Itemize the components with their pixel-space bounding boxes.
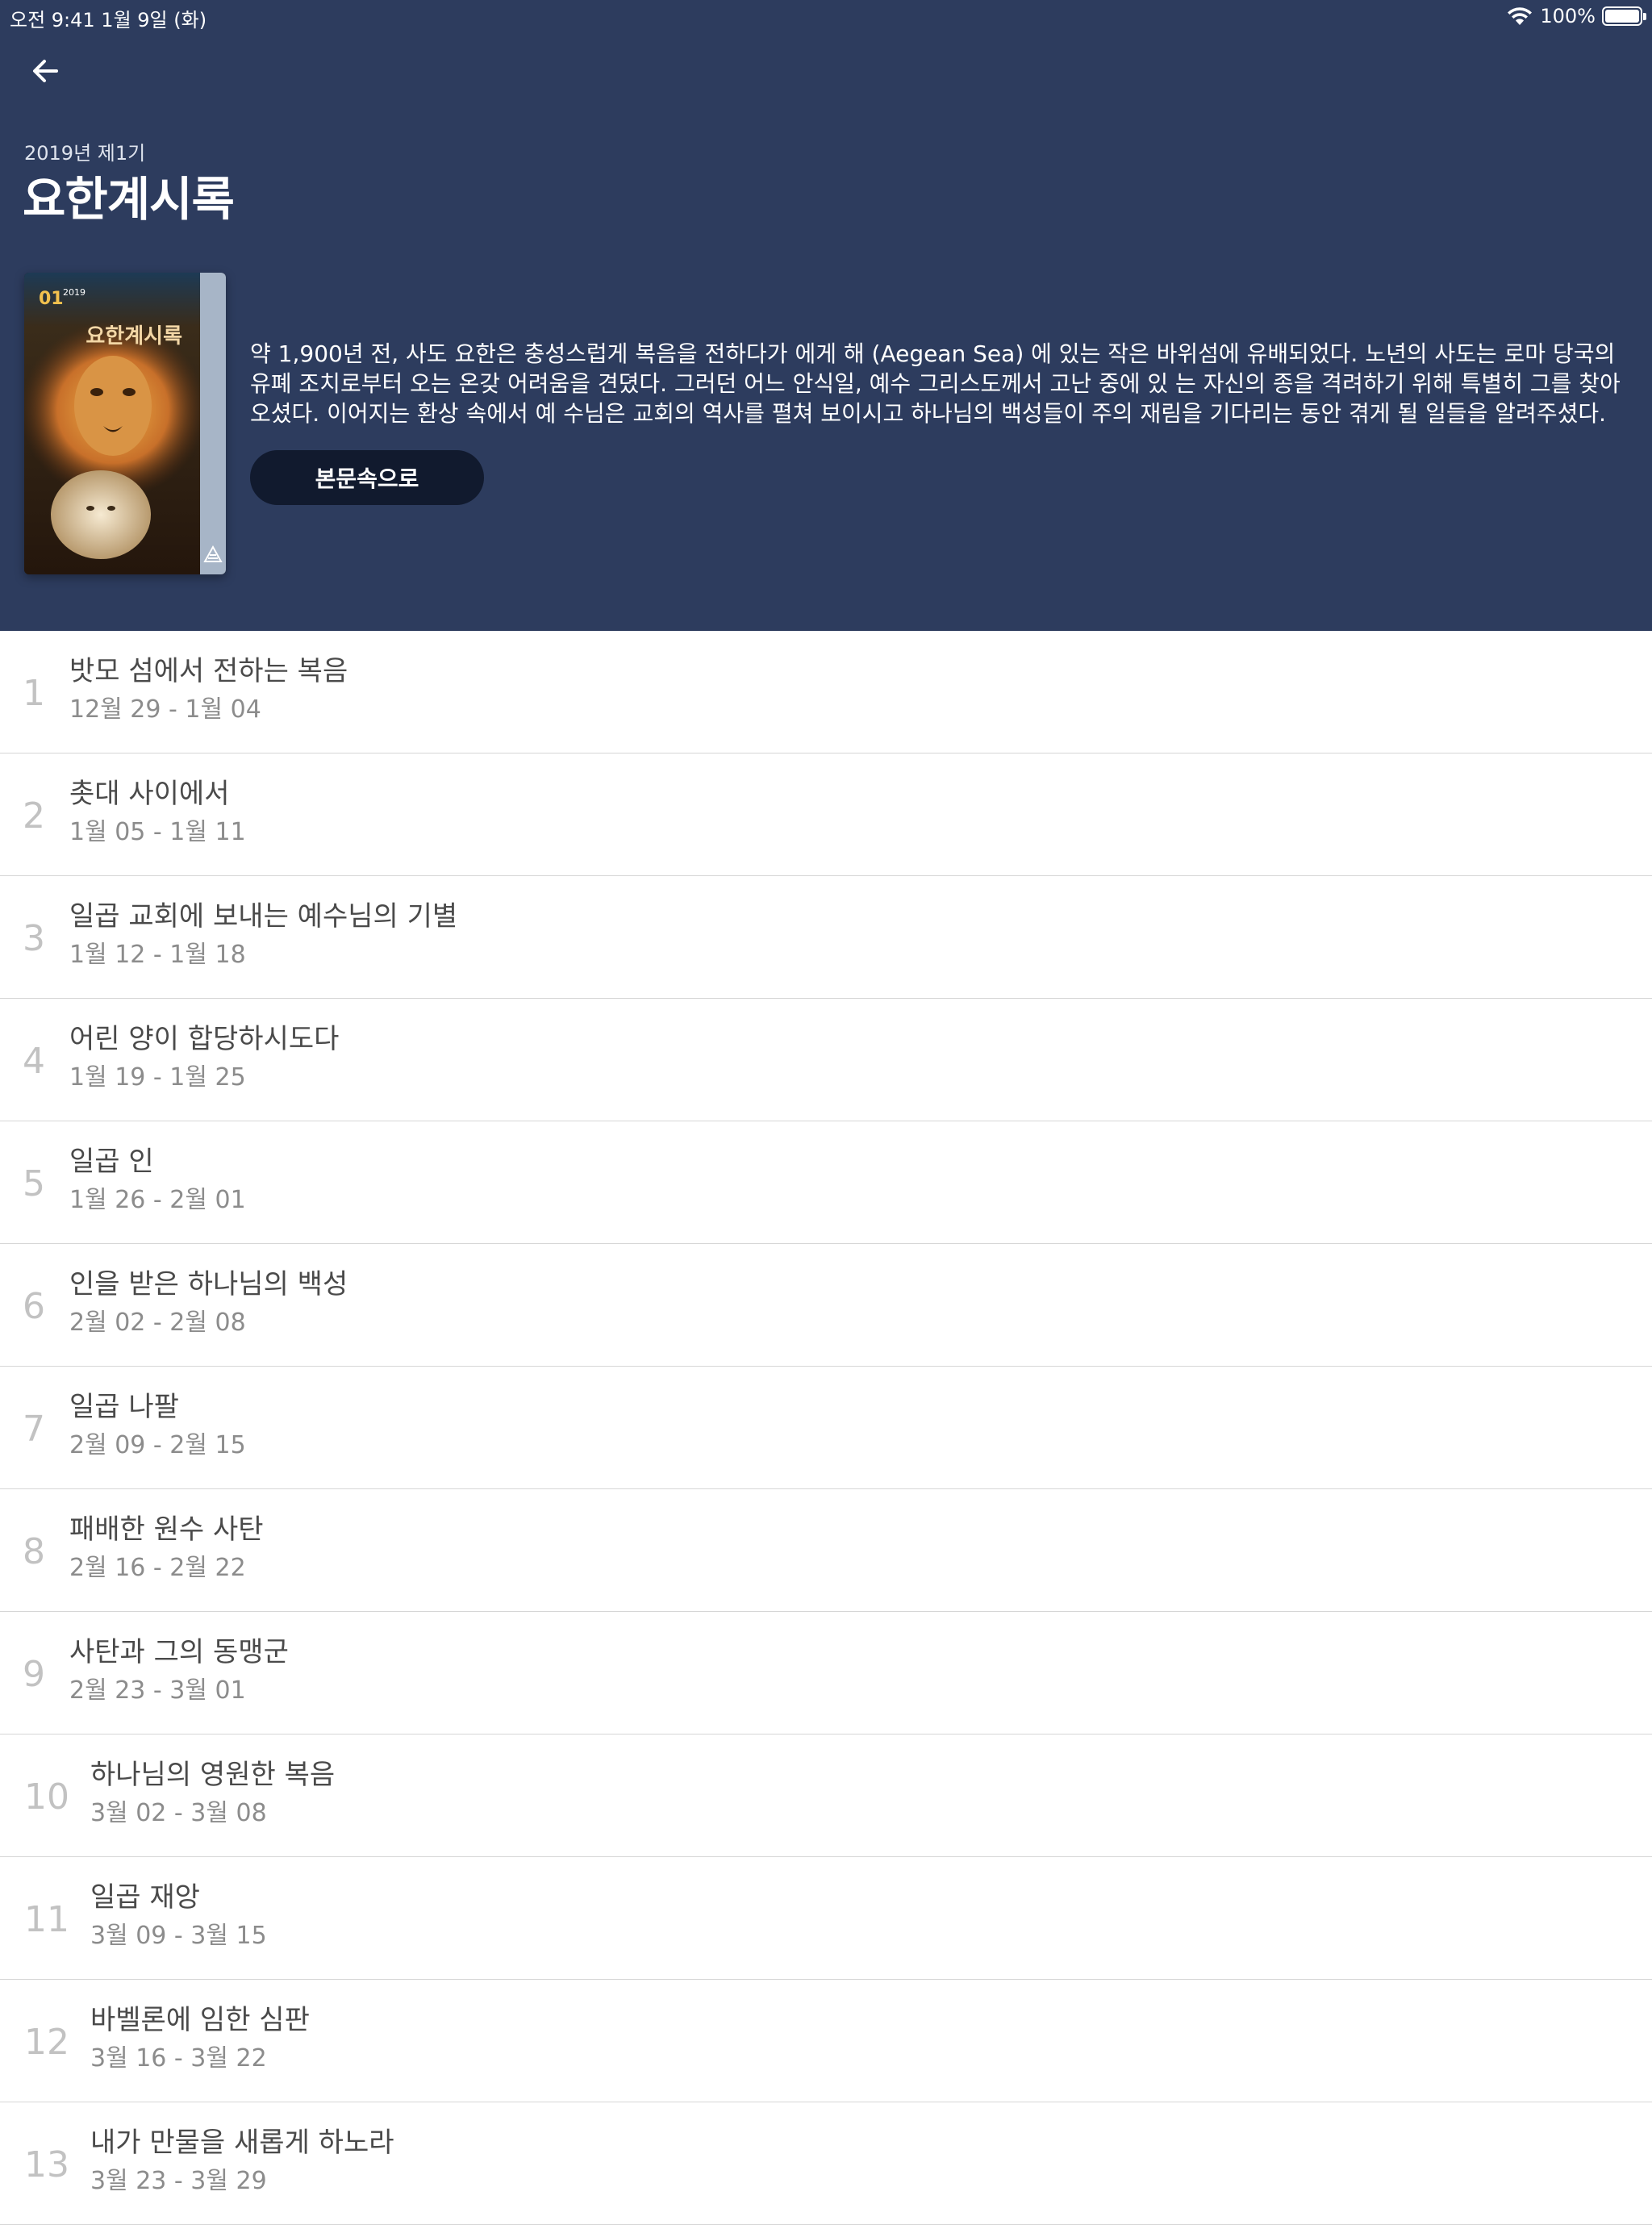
arrow-left-icon: [33, 60, 58, 82]
lesson-number: 9: [23, 1654, 45, 1695]
lesson-number: 11: [24, 1899, 69, 1940]
lesson-dates: 2월 09 - 2월 15: [69, 1431, 246, 1459]
lesson-dates: 1월 26 - 2월 01: [69, 1186, 246, 1214]
cover-year: 2019: [63, 287, 86, 298]
lesson-number: 6: [23, 1286, 45, 1327]
page-title: 요한계시록: [23, 172, 235, 227]
lesson-number: 8: [23, 1531, 45, 1572]
lesson-row[interactable]: 7 일곱 나팔 2월 09 - 2월 15: [0, 1367, 1652, 1489]
lesson-text: 내가 만물을 새롭게 하노라 3월 23 - 3월 29: [90, 2125, 394, 2199]
lesson-title: 일곱 교회에 보내는 예수님의 기별: [69, 900, 458, 933]
lesson-row[interactable]: 8 패배한 원수 사탄 2월 16 - 2월 22: [0, 1489, 1652, 1612]
lesson-row[interactable]: 2 촛대 사이에서 1월 05 - 1월 11: [0, 753, 1652, 876]
lesson-text: 밧모 섬에서 전하는 복음 12월 29 - 1월 04: [69, 653, 348, 728]
lesson-number: 3: [23, 918, 45, 959]
lesson-row[interactable]: 13 내가 만물을 새롭게 하노라 3월 23 - 3월 29: [0, 2102, 1652, 2225]
lesson-row[interactable]: 12 바벨론에 임한 심판 3월 16 - 3월 22: [0, 1980, 1652, 2102]
lesson-number: 10: [24, 1776, 69, 1818]
church-logo-icon: [203, 545, 223, 562]
lesson-row[interactable]: 9 사탄과 그의 동맹군 2월 23 - 3월 01: [0, 1612, 1652, 1734]
lesson-title: 사탄과 그의 동맹군: [69, 1636, 289, 1668]
lesson-row[interactable]: 10 하나님의 영원한 복음 3월 02 - 3월 08: [0, 1734, 1652, 1857]
quarterly-cover-image: 01 2019 요한계시록: [24, 273, 226, 574]
lesson-text: 촛대 사이에서 1월 05 - 1월 11: [69, 776, 246, 850]
lesson-title: 내가 만물을 새롭게 하노라: [90, 2127, 394, 2159]
lesson-title: 어린 양이 합당하시도다: [69, 1023, 340, 1055]
start-reading-button[interactable]: 본문속으로: [250, 450, 484, 505]
lesson-number: 7: [23, 1409, 45, 1450]
lesson-text: 사탄과 그의 동맹군 2월 23 - 3월 01: [69, 1634, 289, 1709]
lesson-number: 12: [24, 2022, 69, 2063]
lesson-text: 일곱 재앙 3월 09 - 3월 15: [90, 1880, 267, 1954]
lesson-title: 일곱 나팔: [69, 1391, 179, 1423]
battery-icon: [1602, 6, 1646, 26]
lesson-row[interactable]: 11 일곱 재앙 3월 09 - 3월 15: [0, 1857, 1652, 1980]
lesson-dates: 2월 23 - 3월 01: [69, 1676, 246, 1705]
lesson-dates: 3월 23 - 3월 29: [90, 2167, 267, 2195]
lesson-text: 어린 양이 합당하시도다 1월 19 - 1월 25: [69, 1021, 339, 1096]
status-time: 오전 9:41 1월 9일 (화): [10, 9, 207, 31]
lesson-row[interactable]: 5 일곱 인 1월 26 - 2월 01: [0, 1121, 1652, 1244]
lesson-dates: 1월 19 - 1월 25: [69, 1063, 246, 1092]
lesson-row[interactable]: 4 어린 양이 합당하시도다 1월 19 - 1월 25: [0, 999, 1652, 1121]
lesson-title: 인을 받은 하나님의 백성: [69, 1268, 348, 1300]
lesson-number: 4: [23, 1041, 45, 1082]
lesson-number: 5: [23, 1163, 45, 1204]
back-button[interactable]: [24, 50, 66, 92]
lesson-number: 13: [24, 2144, 69, 2185]
lesson-text: 인을 받은 하나님의 백성 2월 02 - 2월 08: [69, 1267, 348, 1341]
lesson-row[interactable]: 6 인을 받은 하나님의 백성 2월 02 - 2월 08: [0, 1244, 1652, 1367]
quarterly-header: 오전 9:41 1월 9일 (화) 100% 2019년 제1기 요한계시록 0…: [0, 0, 1652, 631]
wifi-icon: [1508, 7, 1533, 25]
lesson-text: 바벨론에 임한 심판 3월 16 - 3월 22: [90, 2002, 310, 2077]
status-bar: 오전 9:41 1월 9일 (화) 100%: [0, 0, 1652, 32]
lesson-dates: 1월 05 - 1월 11: [69, 818, 246, 846]
lesson-dates: 12월 29 - 1월 04: [69, 695, 261, 724]
lion-lamb-illustration: [24, 273, 200, 574]
lesson-text: 일곱 교회에 보내는 예수님의 기별 1월 12 - 1월 18: [69, 899, 457, 973]
lesson-title: 촛대 사이에서: [69, 778, 230, 810]
lesson-text: 일곱 나팔 2월 09 - 2월 15: [69, 1389, 246, 1463]
lesson-title: 하나님의 영원한 복음: [90, 1759, 336, 1791]
lesson-number: 2: [23, 795, 45, 837]
cover-spine: [200, 273, 226, 574]
lesson-text: 패배한 원수 사탄 2월 16 - 2월 22: [69, 1512, 264, 1586]
lesson-row[interactable]: 1 밧모 섬에서 전하는 복음 12월 29 - 1월 04: [0, 631, 1652, 753]
lesson-list: 1 밧모 섬에서 전하는 복음 12월 29 - 1월 04 2 촛대 사이에서…: [0, 631, 1652, 2225]
lesson-title: 바벨론에 임한 심판: [90, 2004, 310, 2036]
lesson-row[interactable]: 3 일곱 교회에 보내는 예수님의 기별 1월 12 - 1월 18: [0, 876, 1652, 999]
cover-issue-number: 01: [39, 289, 64, 309]
lesson-title: 일곱 인: [69, 1146, 154, 1178]
cover-title: 요한계시록: [86, 324, 182, 349]
lesson-dates: 2월 02 - 2월 08: [69, 1309, 246, 1337]
lesson-dates: 3월 16 - 3월 22: [90, 2044, 267, 2073]
lesson-text: 일곱 인 1월 26 - 2월 01: [69, 1144, 246, 1218]
lesson-text: 하나님의 영원한 복음 3월 02 - 3월 08: [90, 1757, 335, 1831]
lesson-title: 패배한 원수 사탄: [69, 1513, 264, 1546]
lesson-dates: 1월 12 - 1월 18: [69, 941, 246, 969]
status-indicators: 100%: [1506, 2, 1646, 30]
lesson-title: 밧모 섬에서 전하는 복음: [69, 655, 348, 687]
lesson-dates: 3월 09 - 3월 15: [90, 1922, 267, 1950]
lesson-title: 일곱 재앙: [90, 1881, 200, 1914]
battery-percent: 100%: [1540, 5, 1596, 27]
lesson-number: 1: [23, 673, 45, 714]
lesson-dates: 3월 02 - 3월 08: [90, 1799, 267, 1827]
quarterly-description: 약 1,900년 전, 사도 요한은 충성스럽게 복음을 전하다가 에게 해 (…: [250, 340, 1621, 427]
lesson-dates: 2월 16 - 2월 22: [69, 1554, 246, 1582]
